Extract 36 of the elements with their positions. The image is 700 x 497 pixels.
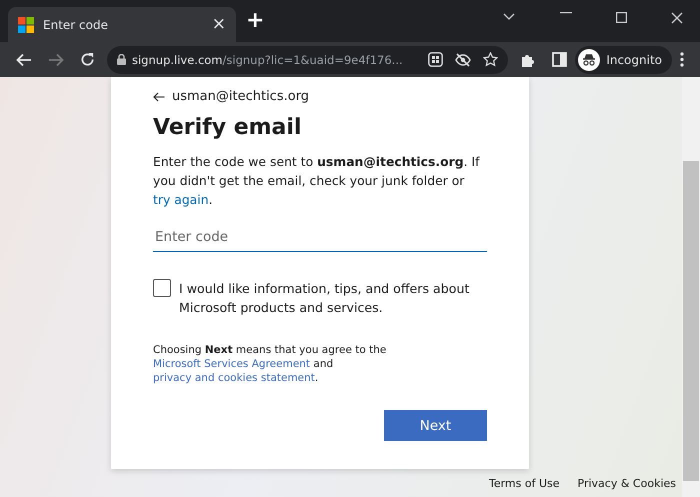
url-text: signup.live.com/signup?lic=1&uaid=9e4f176... bbox=[132, 52, 404, 66]
eye-off-icon[interactable] bbox=[455, 52, 472, 66]
close-icon[interactable] bbox=[671, 12, 683, 24]
tab-title: Enter code bbox=[43, 18, 109, 32]
try-again-link[interactable]: try again bbox=[153, 192, 209, 207]
more-menu-icon[interactable] bbox=[680, 52, 684, 67]
consent-checkbox[interactable] bbox=[153, 279, 171, 297]
consent-label: I would like information, tips, and offers about Microsoft products and services. bbox=[179, 280, 470, 317]
services-agreement-link[interactable]: Microsoft Services Agreement bbox=[153, 358, 310, 370]
legal-text: Choosing Next means that you agree to the Microsoft Services Agreement and privacy and cookies statement. bbox=[153, 343, 388, 385]
instructions-text: Enter the code we sent to usman@itechtics.org. If you didn't get the email, check your junk folder or try again. bbox=[153, 153, 481, 209]
scrollbar[interactable] bbox=[682, 77, 700, 497]
page-heading: Verify email bbox=[153, 115, 302, 140]
code-input[interactable]: Enter code bbox=[153, 223, 487, 252]
back-arrow-icon[interactable] bbox=[16, 52, 32, 66]
minimize-icon[interactable] bbox=[560, 12, 572, 14]
footer-link[interactable]: Terms of Use bbox=[488, 477, 560, 490]
windows-logo-icon bbox=[18, 16, 34, 32]
back-email-link[interactable]: usman@itechtics.org bbox=[153, 89, 310, 104]
new-tab-button[interactable]: + bbox=[246, 10, 264, 32]
close-tab-button[interactable]: × bbox=[212, 16, 226, 33]
star-icon[interactable] bbox=[483, 52, 498, 67]
grid-icon[interactable] bbox=[428, 52, 444, 67]
browser-tab[interactable]: Enter code × bbox=[8, 7, 236, 42]
incognito-icon bbox=[578, 48, 600, 70]
footer-link[interactable]: Privacy & Cookies bbox=[578, 477, 676, 490]
lock-icon bbox=[117, 54, 126, 65]
side-panel-icon[interactable] bbox=[552, 52, 568, 67]
privacy-statement-link[interactable]: privacy and cookies statement bbox=[153, 372, 315, 384]
incognito-button[interactable]: Incognito bbox=[575, 46, 672, 74]
maximize-icon[interactable] bbox=[616, 12, 627, 23]
address-bar[interactable]: signup.live.com/signup?lic=1&uaid=9e4f176... bbox=[107, 46, 508, 74]
next-button[interactable]: Next bbox=[384, 410, 487, 441]
back-arrow-icon bbox=[153, 92, 165, 102]
reload-icon[interactable] bbox=[80, 52, 95, 67]
chevron-down-icon[interactable] bbox=[502, 12, 516, 22]
